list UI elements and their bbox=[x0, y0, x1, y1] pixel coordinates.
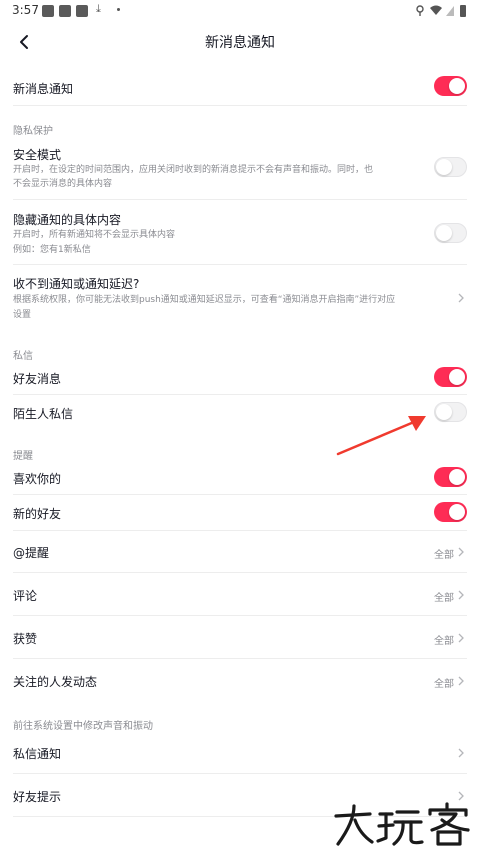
more-notifications-dot-icon bbox=[117, 8, 120, 11]
chevron-right-icon bbox=[458, 676, 464, 686]
comment-label: 评论 bbox=[13, 589, 38, 603]
divider bbox=[13, 264, 467, 265]
toggle-knob bbox=[449, 369, 465, 385]
new-friend-toggle[interactable] bbox=[434, 502, 467, 522]
status-time: 3:57 bbox=[12, 3, 39, 17]
nav-bar: 新消息通知 bbox=[0, 22, 480, 62]
mention-value: 全部 bbox=[434, 550, 454, 561]
watermark-logo bbox=[334, 802, 470, 846]
battery-icon bbox=[460, 5, 466, 17]
dm-notify-label: 私信通知 bbox=[13, 747, 62, 761]
chevron-right-icon bbox=[458, 590, 464, 600]
hide-content-label: 隐藏通知的具体内容 bbox=[13, 213, 122, 227]
praise-label: 获赞 bbox=[13, 632, 38, 646]
comment-row[interactable] bbox=[0, 575, 480, 613]
system-status-icons bbox=[416, 5, 466, 17]
page-title: 新消息通知 bbox=[205, 35, 275, 51]
chevron-right-icon bbox=[458, 633, 464, 643]
following-updates-value: 全部 bbox=[434, 679, 454, 690]
download-icon: ⤓ bbox=[96, 2, 101, 15]
divider bbox=[13, 572, 467, 573]
divider bbox=[13, 658, 467, 659]
dm-notify-row[interactable] bbox=[0, 733, 480, 771]
notify-delay-label: 收不到通知或通知延迟? bbox=[13, 277, 140, 291]
new-message-notify-toggle[interactable] bbox=[434, 76, 467, 96]
friend-message-label: 好友消息 bbox=[13, 372, 62, 386]
toggle-knob bbox=[449, 469, 465, 485]
new-friend-label: 新的好友 bbox=[13, 507, 62, 521]
wifi-icon bbox=[430, 5, 442, 15]
toggle-knob bbox=[449, 504, 465, 520]
dm-section-title: 私信 bbox=[13, 351, 33, 362]
notify-delay-desc-line2: 设置 bbox=[13, 310, 32, 320]
mention-row[interactable] bbox=[0, 533, 480, 571]
following-updates-label: 关注的人发动态 bbox=[13, 675, 98, 689]
comment-value: 全部 bbox=[434, 593, 454, 604]
praise-row[interactable] bbox=[0, 618, 480, 656]
hide-content-toggle[interactable] bbox=[434, 223, 467, 243]
likes-you-row[interactable] bbox=[0, 462, 480, 492]
likes-you-label: 喜欢你的 bbox=[13, 472, 62, 486]
divider bbox=[13, 530, 467, 531]
stranger-message-label: 陌生人私信 bbox=[13, 407, 74, 421]
stranger-message-toggle[interactable] bbox=[434, 402, 467, 422]
notification-icon bbox=[42, 5, 54, 17]
signal-icon bbox=[446, 6, 454, 16]
location-icon bbox=[416, 5, 424, 16]
status-bar: 3:57 ⤓ bbox=[0, 0, 480, 22]
divider bbox=[13, 773, 467, 774]
likes-you-toggle[interactable] bbox=[434, 467, 467, 487]
system-section-title: 前往系统设置中修改声音和振动 bbox=[13, 721, 153, 732]
new-message-notify-label: 新消息通知 bbox=[13, 82, 74, 96]
chevron-right-icon bbox=[458, 293, 464, 303]
notify-delay-desc-line1: 根据系统权限，你可能无法收到push通知或通知延迟显示，可查看“通知消息开启指南… bbox=[13, 295, 396, 305]
divider bbox=[13, 105, 467, 106]
chevron-right-icon bbox=[458, 547, 464, 557]
divider bbox=[13, 615, 467, 616]
friend-message-toggle[interactable] bbox=[434, 367, 467, 387]
privacy-section-title: 隐私保护 bbox=[13, 126, 53, 137]
friend-tip-label: 好友提示 bbox=[13, 790, 62, 804]
hide-content-desc-line1: 开启时，所有新通知将不会显示具体内容 bbox=[13, 230, 176, 240]
remind-section-title: 提醒 bbox=[13, 451, 33, 462]
notification-icon bbox=[76, 5, 88, 17]
mention-label: @提醒 bbox=[13, 546, 50, 560]
chevron-right-icon bbox=[458, 748, 464, 758]
toggle-knob bbox=[436, 225, 452, 241]
praise-value: 全部 bbox=[434, 636, 454, 647]
toggle-knob bbox=[436, 159, 452, 175]
toggle-knob bbox=[449, 78, 465, 94]
new-friend-row[interactable] bbox=[0, 497, 480, 527]
divider bbox=[13, 394, 467, 395]
friend-message-row[interactable] bbox=[0, 362, 480, 392]
safe-mode-desc-line2: 不会显示消息的具体内容 bbox=[13, 179, 113, 189]
safe-mode-toggle[interactable] bbox=[434, 157, 467, 177]
toggle-knob bbox=[436, 404, 452, 420]
divider bbox=[13, 494, 467, 495]
safe-mode-label: 安全模式 bbox=[13, 148, 62, 162]
hide-content-desc-line2: 例如：您有1新私信 bbox=[13, 245, 91, 255]
divider bbox=[13, 199, 467, 200]
annotation-arrow-icon bbox=[336, 416, 426, 456]
notification-icon bbox=[59, 5, 71, 17]
safe-mode-desc-line1: 开启时，在设定的时间范围内，应用关闭时收到的新消息提示不会有声音和振动。同时，也 bbox=[13, 165, 374, 175]
